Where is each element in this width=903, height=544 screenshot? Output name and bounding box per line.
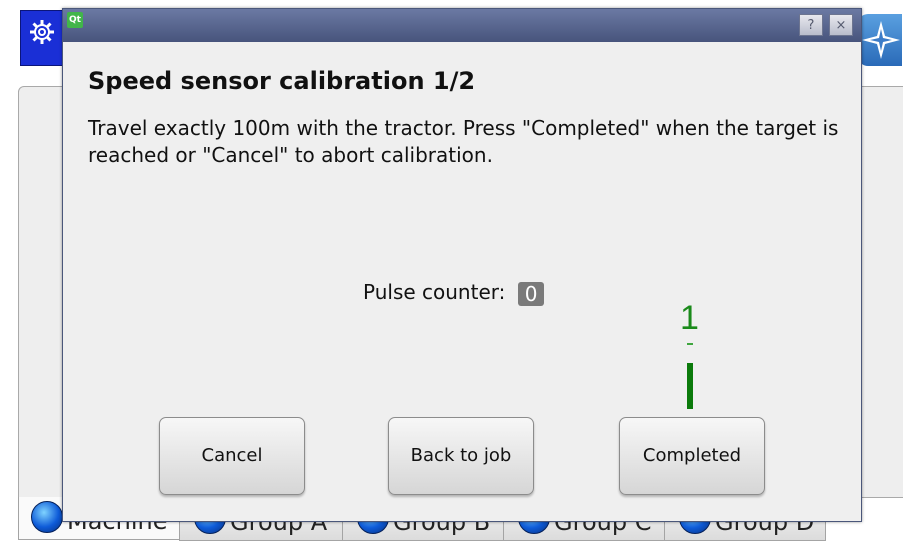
dialog-message: Travel exactly 100m with the tractor. Pr… [88, 116, 839, 167]
help-icon: ? [807, 18, 815, 33]
annotation-dash [687, 343, 693, 345]
dialog-title: Speed sensor calibration 1/2 [88, 67, 476, 95]
settings-app-icon[interactable] [20, 10, 66, 66]
navigation-logo[interactable] [858, 14, 902, 66]
pulse-counter-value: 0 [517, 281, 545, 306]
pulse-counter-row: Pulse counter: 0 [363, 279, 545, 306]
machine-tab-icon [31, 501, 63, 533]
pulse-counter-label: Pulse counter: [363, 280, 506, 304]
compass-icon [862, 21, 900, 59]
cancel-button[interactable]: Cancel [159, 417, 305, 495]
close-icon: × [835, 18, 847, 33]
annotation-number: 1 [680, 299, 699, 337]
back-to-job-button[interactable]: Back to job [388, 417, 534, 495]
calibration-dialog: Qt ? × Speed sensor calibration 1/2 Trav… [62, 8, 862, 522]
close-button[interactable]: × [829, 14, 853, 36]
completed-button[interactable]: Completed [619, 417, 765, 495]
annotation-marker [687, 363, 693, 409]
dialog-titlebar[interactable]: Qt ? × [63, 9, 861, 42]
qt-icon: Qt [67, 12, 83, 28]
gear-icon [30, 20, 54, 44]
help-button[interactable]: ? [799, 14, 823, 36]
